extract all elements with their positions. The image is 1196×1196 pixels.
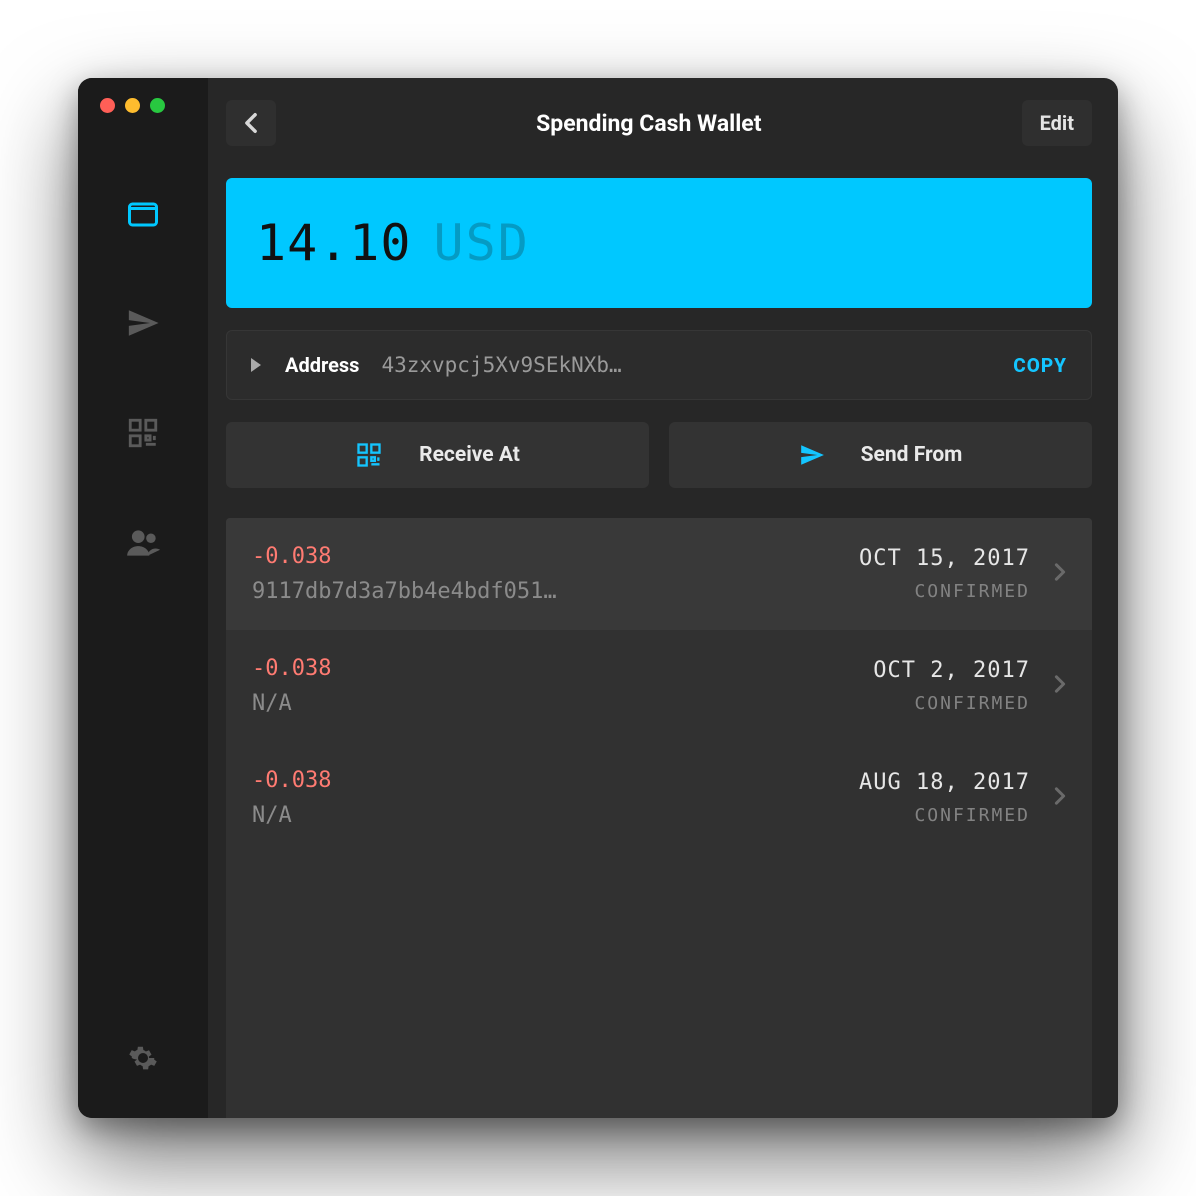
transaction-right: OCT 15, 2017 CONFIRMED bbox=[859, 546, 1030, 602]
chevron-right-icon bbox=[1054, 562, 1066, 586]
transaction-row[interactable]: -0.038 N/A OCT 2, 2017 CONFIRMED bbox=[226, 630, 1092, 742]
chevron-right-icon bbox=[1054, 674, 1066, 698]
qr-icon bbox=[126, 416, 160, 450]
action-row: Receive At Send From bbox=[226, 422, 1092, 488]
address-label: Address bbox=[285, 353, 359, 377]
transaction-left: -0.038 N/A bbox=[252, 768, 843, 828]
transaction-left: -0.038 N/A bbox=[252, 656, 857, 716]
transaction-left: -0.038 9117db7d3a7bb4e4bdf051… bbox=[252, 544, 843, 604]
gear-icon bbox=[128, 1043, 158, 1073]
send-label: Send From bbox=[861, 443, 963, 467]
transaction-date: OCT 15, 2017 bbox=[859, 546, 1030, 571]
sidebar-items bbox=[123, 193, 163, 1038]
transaction-status: CONFIRMED bbox=[873, 693, 1030, 714]
address-row[interactable]: Address 43zxvpcj5Xv9SEkNXb… COPY bbox=[226, 330, 1092, 400]
edit-button[interactable]: Edit bbox=[1022, 100, 1092, 146]
window-close-button[interactable] bbox=[100, 98, 115, 113]
sidebar bbox=[78, 78, 208, 1118]
window-maximize-button[interactable] bbox=[150, 98, 165, 113]
transaction-right: AUG 18, 2017 CONFIRMED bbox=[859, 770, 1030, 826]
contacts-icon bbox=[124, 524, 162, 562]
sidebar-item-send[interactable] bbox=[123, 303, 163, 343]
chevron-left-icon bbox=[244, 112, 258, 134]
send-icon bbox=[126, 306, 160, 340]
transaction-row[interactable]: -0.038 N/A AUG 18, 2017 CONFIRMED bbox=[226, 742, 1092, 854]
sidebar-item-settings[interactable] bbox=[123, 1038, 163, 1078]
transaction-date: AUG 18, 2017 bbox=[859, 770, 1030, 795]
copy-button[interactable]: COPY bbox=[1013, 354, 1067, 377]
traffic-lights bbox=[78, 98, 165, 113]
transaction-hash: N/A bbox=[252, 803, 843, 828]
transaction-amount: -0.038 bbox=[252, 768, 843, 793]
send-button[interactable]: Send From bbox=[669, 422, 1092, 488]
balance-currency: USD bbox=[434, 214, 530, 272]
sidebar-item-contacts[interactable] bbox=[123, 523, 163, 563]
sidebar-item-receive[interactable] bbox=[123, 413, 163, 453]
transaction-hash: 9117db7d3a7bb4e4bdf051… bbox=[252, 579, 843, 604]
wallet-icon bbox=[125, 195, 161, 231]
balance-amount: 14.10 bbox=[256, 214, 412, 272]
transaction-right: OCT 2, 2017 CONFIRMED bbox=[873, 658, 1030, 714]
disclosure-triangle-icon bbox=[251, 358, 261, 372]
sidebar-item-wallet[interactable] bbox=[123, 193, 163, 233]
receive-button[interactable]: Receive At bbox=[226, 422, 649, 488]
balance-card: 14.10 USD bbox=[226, 178, 1092, 308]
page-title: Spending Cash Wallet bbox=[276, 110, 1022, 137]
topbar: Spending Cash Wallet Edit bbox=[226, 98, 1092, 148]
app-window: Spending Cash Wallet Edit 14.10 USD Addr… bbox=[78, 78, 1118, 1118]
address-value: 43zxvpcj5Xv9SEkNXb… bbox=[381, 353, 1013, 377]
qr-icon bbox=[355, 441, 383, 469]
transaction-list: -0.038 9117db7d3a7bb4e4bdf051… OCT 15, 201… bbox=[226, 518, 1092, 1118]
send-icon bbox=[799, 442, 825, 468]
transaction-amount: -0.038 bbox=[252, 544, 843, 569]
transaction-date: OCT 2, 2017 bbox=[873, 658, 1030, 683]
main-content: Spending Cash Wallet Edit 14.10 USD Addr… bbox=[208, 78, 1118, 1118]
transaction-hash: N/A bbox=[252, 691, 857, 716]
window-minimize-button[interactable] bbox=[125, 98, 140, 113]
transaction-amount: -0.038 bbox=[252, 656, 857, 681]
sidebar-bottom bbox=[123, 1038, 163, 1118]
chevron-right-icon bbox=[1054, 786, 1066, 810]
receive-label: Receive At bbox=[419, 443, 520, 467]
transaction-status: CONFIRMED bbox=[859, 805, 1030, 826]
transaction-status: CONFIRMED bbox=[859, 581, 1030, 602]
transaction-row[interactable]: -0.038 9117db7d3a7bb4e4bdf051… OCT 15, 201… bbox=[226, 518, 1092, 630]
back-button[interactable] bbox=[226, 100, 276, 146]
